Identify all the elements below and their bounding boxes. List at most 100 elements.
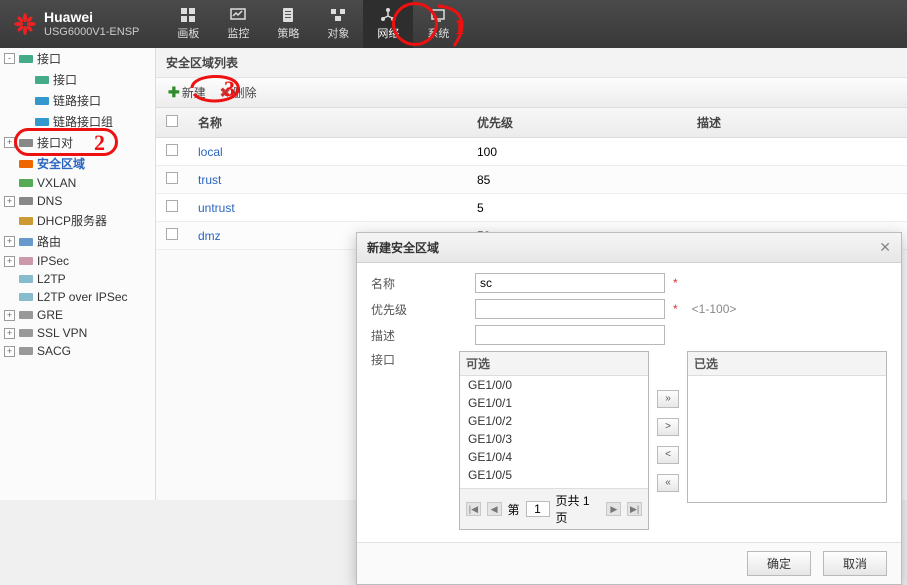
list-item[interactable]: GE1/0/5 xyxy=(460,466,648,484)
table-row[interactable]: trust85 xyxy=(156,166,907,194)
interface-label: 接口 xyxy=(371,351,451,368)
topnav-policy[interactable]: 策略 xyxy=(263,0,313,48)
zone-name-cell[interactable]: untrust xyxy=(188,194,467,222)
sidebar-item-sacg[interactable]: +SACG xyxy=(0,342,155,360)
select-all-checkbox[interactable] xyxy=(166,115,178,127)
sidebar-item-l2tpi[interactable]: L2TP over IPSec xyxy=(0,288,155,306)
pair-icon xyxy=(19,137,33,149)
available-listbox: 可选 GE1/0/0GE1/0/1GE1/0/2GE1/0/3GE1/0/4GE… xyxy=(459,351,649,530)
brand-name: Huawei xyxy=(44,10,139,25)
dialog-close-button[interactable]: ✕ xyxy=(879,239,891,256)
expand-icon[interactable]: + xyxy=(4,310,15,321)
collapse-icon[interactable]: - xyxy=(4,53,15,64)
topnav-system[interactable]: 系统 xyxy=(413,0,463,48)
sidebar-item-pair[interactable]: +接口对 xyxy=(0,132,155,153)
pager-prefix: 第 xyxy=(508,501,520,518)
sidebar-item-l2tp[interactable]: L2TP xyxy=(0,270,155,288)
sidebar-item-dhcp[interactable]: DHCP服务器 xyxy=(0,210,155,231)
new-button[interactable]: ✚新建 xyxy=(164,82,210,103)
huawei-logo-icon xyxy=(14,13,36,35)
required-asterisk: * xyxy=(673,302,678,316)
expand-icon[interactable]: + xyxy=(4,196,15,207)
move-remove-button[interactable]: < xyxy=(657,446,679,464)
zone-desc-cell xyxy=(687,194,907,222)
zone-name-cell[interactable]: local xyxy=(188,138,467,166)
desc-input[interactable] xyxy=(475,325,665,345)
move-add-button[interactable]: > xyxy=(657,418,679,436)
list-item[interactable]: GE1/0/3 xyxy=(460,430,648,448)
available-header: 可选 xyxy=(460,352,648,376)
expand-icon[interactable]: + xyxy=(4,236,15,247)
sidebar-item-ipsec[interactable]: +IPSec xyxy=(0,252,155,270)
sidebar-item-zone[interactable]: 安全区域 xyxy=(0,153,155,174)
sidebar-item-label: 接口 xyxy=(37,50,61,67)
sidebar-item-link[interactable]: 链路接口 xyxy=(0,90,155,111)
col-name: 名称 xyxy=(188,108,467,138)
row-checkbox[interactable] xyxy=(166,200,178,212)
expand-icon xyxy=(20,95,31,106)
list-item[interactable]: GE1/0/4 xyxy=(460,448,648,466)
topnav-dashboard[interactable]: 画板 xyxy=(163,0,213,48)
zone-desc-cell xyxy=(687,166,907,194)
nic-icon xyxy=(35,74,49,86)
expand-icon[interactable]: + xyxy=(4,328,15,339)
available-items[interactable]: GE1/0/0GE1/0/1GE1/0/2GE1/0/3GE1/0/4GE1/0… xyxy=(460,376,648,488)
ok-button[interactable]: 确定 xyxy=(747,551,811,576)
delete-button[interactable]: ✖删除 xyxy=(216,82,261,103)
zone-desc-cell xyxy=(687,138,907,166)
col-desc: 描述 xyxy=(687,108,907,138)
zone-name-cell[interactable]: trust xyxy=(188,166,467,194)
sidebar-item-link[interactable]: 链路接口组 xyxy=(0,111,155,132)
zone-priority-cell: 100 xyxy=(467,138,687,166)
page-prev-button[interactable]: ◀ xyxy=(487,502,502,516)
sidebar-item-dns[interactable]: +DNS xyxy=(0,192,155,210)
selected-header: 已选 xyxy=(688,352,886,376)
topnav-monitor[interactable]: 监控 xyxy=(213,0,263,48)
ipsec-icon xyxy=(19,255,33,267)
expand-icon xyxy=(4,215,15,226)
zone-priority-cell: 5 xyxy=(467,194,687,222)
priority-label: 优先级 xyxy=(371,301,467,318)
sidebar-item-nic[interactable]: - 接口 xyxy=(0,48,155,69)
topnav-label: 对象 xyxy=(327,25,349,41)
move-remove-all-button[interactable]: « xyxy=(657,474,679,492)
list-item[interactable]: GE1/0/1 xyxy=(460,394,648,412)
logo-block: Huawei USG6000V1-ENSP xyxy=(0,10,153,37)
row-checkbox[interactable] xyxy=(166,228,178,240)
expand-icon[interactable]: + xyxy=(4,256,15,267)
row-checkbox[interactable] xyxy=(166,144,178,156)
name-input[interactable] xyxy=(475,273,665,293)
sidebar-item-vxlan[interactable]: VXLAN xyxy=(0,174,155,192)
name-label: 名称 xyxy=(371,275,467,292)
sidebar-item-label: 安全区域 xyxy=(37,155,85,172)
sidebar-item-nic[interactable]: 接口 xyxy=(0,69,155,90)
expand-icon[interactable]: + xyxy=(4,346,15,357)
priority-input[interactable] xyxy=(475,299,665,319)
interface-picker: 可选 GE1/0/0GE1/0/1GE1/0/2GE1/0/3GE1/0/4GE… xyxy=(459,351,887,530)
page-next-button[interactable]: ▶ xyxy=(606,502,621,516)
page-first-button[interactable]: |◀ xyxy=(466,502,481,516)
topnav-object[interactable]: 对象 xyxy=(313,0,363,48)
table-row[interactable]: untrust5 xyxy=(156,194,907,222)
dialog-titlebar[interactable]: 新建安全区域 ✕ xyxy=(357,233,901,263)
list-item[interactable]: GE1/0/2 xyxy=(460,412,648,430)
list-item[interactable]: GE1/0/0 xyxy=(460,376,648,394)
row-checkbox[interactable] xyxy=(166,172,178,184)
table-row[interactable]: local100 xyxy=(156,138,907,166)
pager-suffix: 页共 1 页 xyxy=(556,492,601,526)
selected-listbox: 已选 xyxy=(687,351,887,503)
move-add-all-button[interactable]: » xyxy=(657,390,679,408)
link-icon xyxy=(35,116,49,128)
sidebar-item-sslvpn[interactable]: +SSL VPN xyxy=(0,324,155,342)
page-last-button[interactable]: ▶| xyxy=(627,502,642,516)
sidebar-item-route[interactable]: +路由 xyxy=(0,231,155,252)
page-input[interactable] xyxy=(526,501,550,517)
expand-icon xyxy=(4,158,15,169)
expand-icon[interactable]: + xyxy=(4,137,15,148)
topnav-network[interactable]: 网络 xyxy=(363,0,413,48)
nav-tree: -接口接口链路接口链路接口组+接口对安全区域VXLAN+DNSDHCP服务器+路… xyxy=(0,48,155,360)
sidebar-item-gre[interactable]: +GRE xyxy=(0,306,155,324)
route-icon xyxy=(19,236,33,248)
cancel-button[interactable]: 取消 xyxy=(823,551,887,576)
topnav-label: 策略 xyxy=(277,25,299,41)
